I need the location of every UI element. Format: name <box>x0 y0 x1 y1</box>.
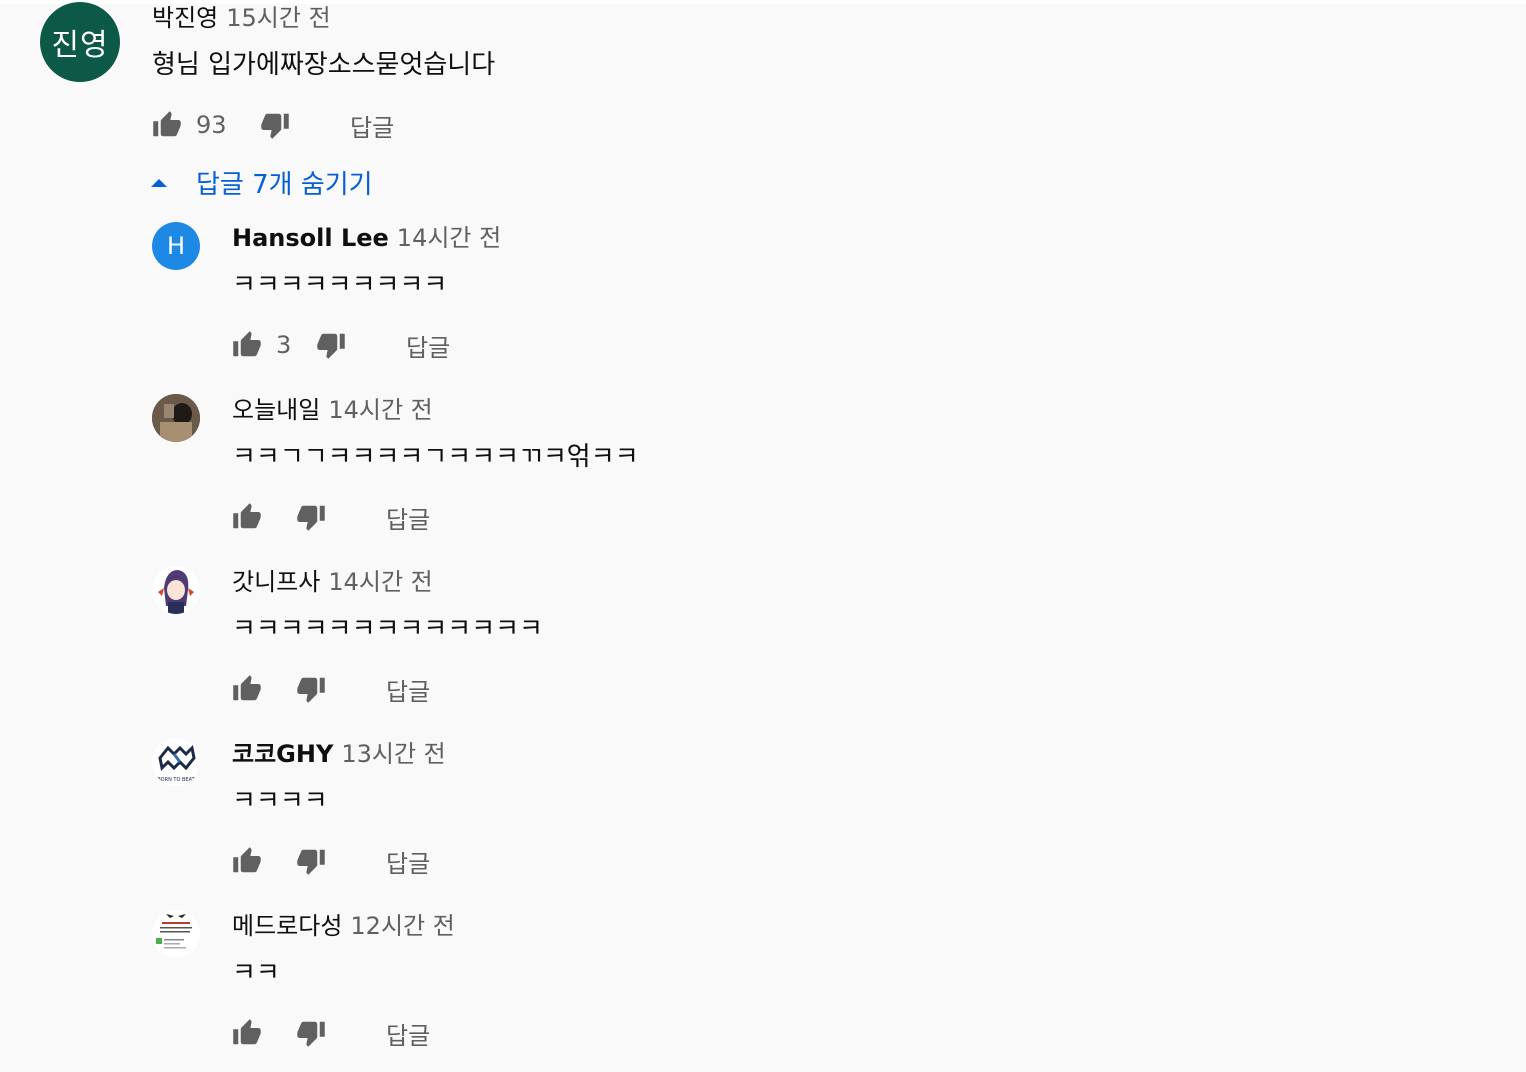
thumb-down-icon <box>261 113 289 139</box>
avatar-logo-text: BORN TO BEAT <box>157 777 195 783</box>
reply-text: ㅋㅋㅋㅋㅋㅋㅋㅋㅋㅋㅋㅋㅋ <box>232 614 543 644</box>
like-button[interactable] <box>150 105 184 145</box>
reply-actions: 답글 <box>230 669 430 709</box>
reply-button[interactable]: 답글 <box>406 328 450 363</box>
comment-header: 박진영 15시간 전 <box>152 3 331 33</box>
avatar-photo <box>152 394 200 442</box>
triangle-up-icon <box>151 178 167 187</box>
like-button[interactable] <box>230 841 264 881</box>
reply-button[interactable]: 답글 <box>386 500 430 535</box>
thumb-down-icon <box>297 1021 325 1047</box>
hide-replies-button[interactable]: 답글 7개 숨기기 <box>150 164 373 201</box>
reply-time[interactable]: 14시간 전 <box>328 568 432 596</box>
like-button[interactable] <box>230 497 264 537</box>
reply-actions: 답글 <box>230 1013 430 1053</box>
reply-author[interactable]: 메드로다성 <box>232 912 342 940</box>
reply-text: ㅋㅋㄱㄱㅋㅋㅋㅋㄱㅋㅋㅋㄲㅋ얶ㅋㅋ <box>232 442 639 472</box>
reply-header: 코코GHY 13시간 전 <box>232 739 446 769</box>
reply-author[interactable]: Hansoll Lee <box>232 224 389 252</box>
comment-author[interactable]: 박진영 <box>152 4 218 32</box>
avatar-anime-character <box>152 566 200 614</box>
avatar[interactable] <box>152 910 200 958</box>
dislike-button[interactable] <box>258 105 292 145</box>
avatar[interactable]: 진영 <box>40 2 120 82</box>
reply-time[interactable]: 14시간 전 <box>397 224 501 252</box>
thumb-up-icon <box>233 503 261 529</box>
reply-time[interactable]: 14시간 전 <box>328 396 432 424</box>
reply-header: Hansoll Lee 14시간 전 <box>232 223 501 253</box>
like-button[interactable] <box>230 325 264 365</box>
reply-text: ㅋㅋ <box>232 958 280 988</box>
reply-button[interactable]: 답글 <box>386 844 430 879</box>
avatar-initials: 진영 <box>51 28 109 63</box>
reply-actions: 답글 <box>230 497 430 537</box>
thumb-down-icon <box>297 849 325 875</box>
comment-actions: 93 답글 <box>150 105 394 145</box>
thumb-down-icon <box>297 505 325 531</box>
reply-button[interactable]: 답글 <box>350 108 394 143</box>
like-count: 3 <box>276 331 292 359</box>
dislike-button[interactable] <box>294 669 328 709</box>
like-count: 93 <box>196 111 227 139</box>
reply-button[interactable]: 답글 <box>386 1016 430 1051</box>
reply-time[interactable]: 12시간 전 <box>350 912 454 940</box>
reply-actions: 3 답글 <box>230 325 450 365</box>
reply-author[interactable]: 오늘내일 <box>232 396 320 424</box>
thumb-down-icon <box>297 677 325 703</box>
thumb-down-icon <box>317 333 345 359</box>
reply-header: 갓니프사 14시간 전 <box>232 567 433 597</box>
thumb-up-icon <box>233 847 261 873</box>
avatar[interactable]: BORN TO BEAT <box>152 738 200 786</box>
dislike-button[interactable] <box>314 325 348 365</box>
thumb-up-icon <box>233 675 261 701</box>
reply-text: ㅋㅋㅋㅋㅋㅋㅋㅋㅋ <box>232 270 448 300</box>
reply-text: ㅋㅋㅋㅋ <box>232 786 328 816</box>
like-button[interactable] <box>230 669 264 709</box>
btob-logo-icon: BORN TO BEAT <box>152 738 200 786</box>
reply-actions: 답글 <box>230 841 430 881</box>
reply-button[interactable]: 답글 <box>386 672 430 707</box>
thumb-up-icon <box>233 331 261 357</box>
comment-time[interactable]: 15시간 전 <box>226 4 330 32</box>
like-button[interactable] <box>230 1013 264 1053</box>
dislike-button[interactable] <box>294 841 328 881</box>
hide-replies-label: 답글 7개 숨기기 <box>196 170 373 200</box>
reply-header: 오늘내일 14시간 전 <box>232 395 433 425</box>
avatar-screenshot <box>152 910 200 958</box>
dislike-button[interactable] <box>294 497 328 537</box>
thumb-up-icon <box>233 1019 261 1045</box>
avatar[interactable]: H <box>152 222 200 270</box>
reply-author[interactable]: 코코GHY <box>232 740 333 768</box>
avatar-initials: H <box>166 232 186 260</box>
dislike-button[interactable] <box>294 1013 328 1053</box>
comment-thread: 진영 박진영 15시간 전 형님 입가에짜장소스묻엇습니다 93 답글 답글 7개… <box>0 0 1526 1072</box>
thumb-up-icon <box>153 111 181 137</box>
comment-text: 형님 입가에짜장소스묻엇습니다 <box>152 50 496 80</box>
reply-time[interactable]: 13시간 전 <box>341 740 445 768</box>
reply-author[interactable]: 갓니프사 <box>232 568 320 596</box>
reply-header: 메드로다성 12시간 전 <box>232 911 455 941</box>
avatar[interactable] <box>152 566 200 614</box>
avatar[interactable] <box>152 394 200 442</box>
